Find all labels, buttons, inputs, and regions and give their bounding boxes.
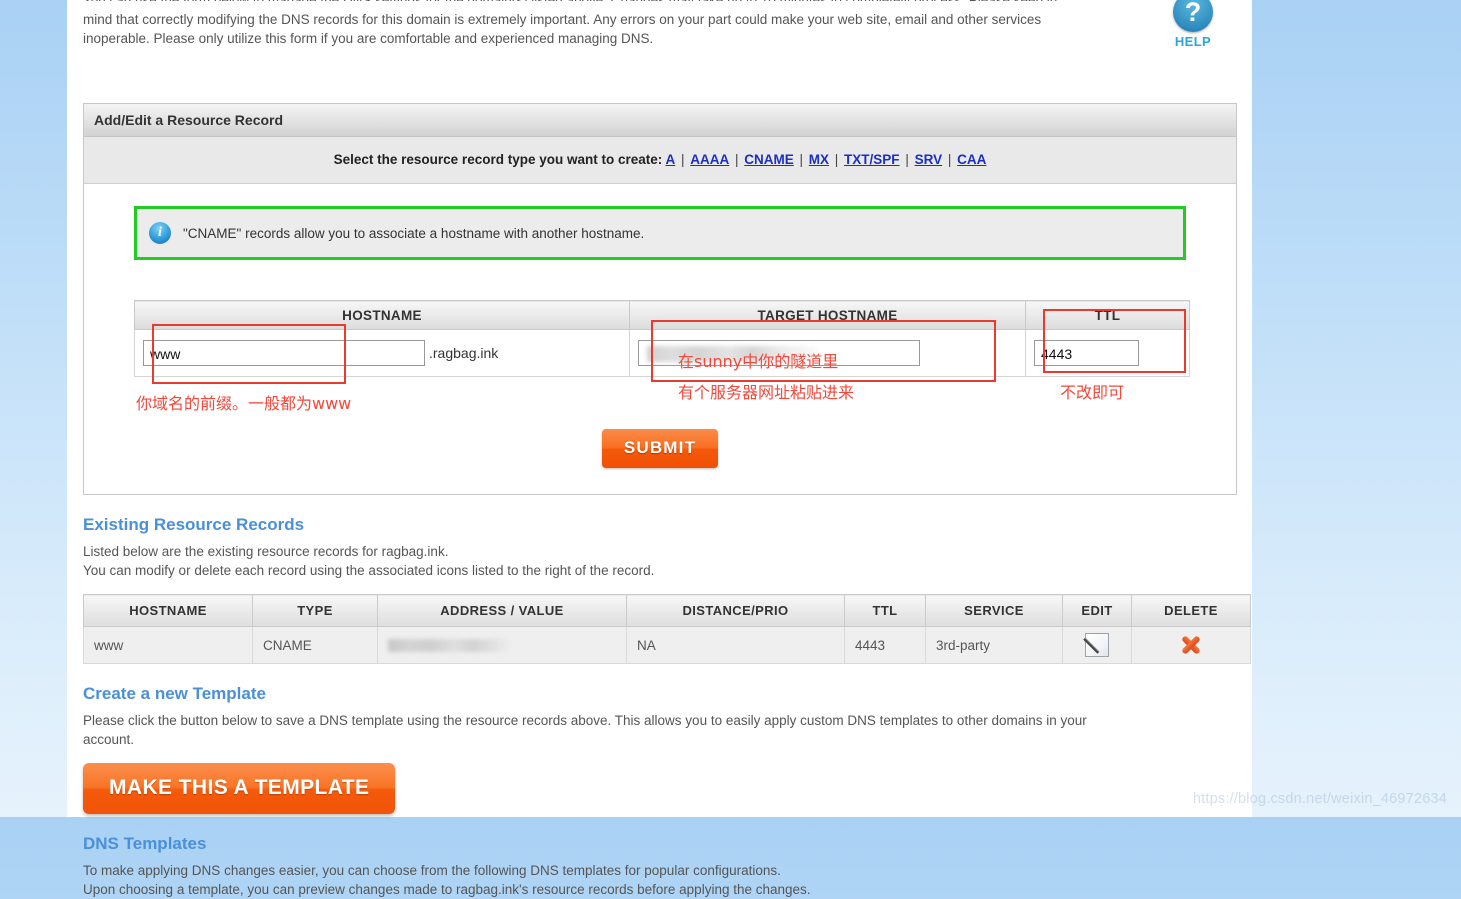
record-type-separator: |	[901, 152, 913, 167]
record-form: HOSTNAME TARGET HOSTNAME TTL www .ragbag.…	[134, 300, 1190, 413]
ttl-annotation: 不改即可	[1060, 383, 1125, 402]
target-annotation-line2: 有个服务器网址粘贴进来	[678, 383, 855, 402]
col-hostname: HOSTNAME	[134, 300, 630, 330]
cell-delete	[1131, 626, 1251, 664]
dns-templates-title: DNS Templates	[83, 834, 207, 853]
hostname-cell: www .ragbag.ink	[134, 329, 630, 377]
dns-templates-desc-2: Upon choosing a template, you can previe…	[83, 882, 811, 897]
watermark: https://blog.csdn.net/weixin_46972634	[1192, 791, 1447, 807]
hostname-suffix: .ragbag.ink	[429, 345, 499, 361]
add-edit-resource-record-panel: Add/Edit a Resource Record Select the re…	[83, 103, 1237, 495]
existing-records-table: HOSTNAME TYPE ADDRESS / VALUE DISTANCE/PRIO…	[83, 594, 1251, 664]
page-root: You can use the form below to manage the…	[0, 0, 1461, 897]
record-type-separator: |	[795, 152, 807, 167]
target-annotation-line1: 在sunny中你的隧道里	[678, 352, 839, 371]
help-label[interactable]: HELP	[1164, 34, 1222, 49]
existing-records-title: Existing Resource Records	[83, 515, 305, 534]
submit-row: SUBMIT	[84, 429, 1236, 468]
panel-body: i "CNAME" records allow you to associate…	[84, 184, 1236, 494]
record-type-link-cname[interactable]: CNAME	[744, 152, 794, 167]
record-type-separator: |	[731, 152, 743, 167]
col-ttl: TTL	[1025, 300, 1190, 330]
red-x-delete-icon[interactable]	[1180, 634, 1202, 656]
record-form-table: HOSTNAME TARGET HOSTNAME TTL www .ragbag.…	[134, 300, 1190, 377]
create-template-desc-1: Please click the button below to save a …	[83, 713, 1087, 728]
cell-hostname: www	[83, 626, 253, 664]
records-body: www CNAME NA 4443 3rd-party	[83, 626, 1251, 664]
cell-distance-prio: NA	[626, 626, 845, 664]
hostname-annotation: 你域名的前缀。一般都为www	[136, 394, 352, 413]
create-template-desc-2: account.	[83, 732, 135, 747]
intro-line-2: mind that correctly modifying the DNS re…	[83, 12, 1042, 27]
existing-records-desc-2: You can modify or delete each record usi…	[83, 563, 655, 578]
record-type-link-aaaa[interactable]: AAAA	[690, 152, 729, 167]
records-col-hostname: HOSTNAME	[83, 594, 253, 627]
make-template-button[interactable]: MAKE THIS A TEMPLATE	[83, 763, 396, 814]
record-type-selector: Select the resource record type you want…	[84, 137, 1236, 184]
help-question-icon[interactable]: ?	[1173, 0, 1213, 32]
intro-line-1: You can use the form below to manage the…	[83, 0, 1168, 1]
records-col-edit: EDIT	[1062, 594, 1132, 627]
cell-address-value	[377, 626, 627, 664]
record-type-link-txt-spf[interactable]: TXT/SPF	[844, 152, 900, 167]
table-row: www CNAME NA 4443 3rd-party	[83, 626, 1251, 664]
col-target-hostname: TARGET HOSTNAME	[629, 300, 1026, 330]
existing-records-desc-1: Listed below are the existing resource r…	[83, 544, 449, 559]
cell-ttl: 4443	[844, 626, 926, 664]
cname-info-notice: i "CNAME" records allow you to associate…	[134, 206, 1186, 260]
records-header-row: HOSTNAME TYPE ADDRESS / VALUE DISTANCE/PRIO…	[83, 594, 1251, 627]
record-type-prompt: Select the resource record type you want…	[333, 152, 663, 167]
intro-paragraph: You can use the form below to manage the…	[83, 0, 1168, 48]
record-type-link-caa[interactable]: CAA	[957, 152, 986, 167]
panel-title: Add/Edit a Resource Record	[84, 104, 1236, 137]
record-type-link-srv[interactable]: SRV	[915, 152, 943, 167]
records-col-service: SERVICE	[925, 594, 1063, 627]
pencil-edit-icon[interactable]	[1085, 633, 1109, 657]
content-pane: You can use the form below to manage the…	[67, 0, 1252, 897]
ttl-cell: 4443	[1025, 329, 1190, 377]
record-type-separator: |	[944, 152, 956, 167]
help-widget[interactable]: ? HELP	[1164, 0, 1222, 49]
info-icon: i	[149, 222, 171, 244]
record-type-separator: |	[677, 152, 689, 167]
cell-edit	[1062, 626, 1132, 664]
notice-text: "CNAME" records allow you to associate a…	[183, 225, 645, 241]
submit-button[interactable]: SUBMIT	[601, 429, 719, 468]
dns-templates-desc-1: To make applying DNS changes easier, you…	[83, 863, 781, 878]
hostname-input[interactable]: www	[143, 340, 425, 366]
record-type-separator: |	[831, 152, 843, 167]
record-type-link-a[interactable]: A	[665, 152, 675, 167]
records-col-distance-prio: DISTANCE/PRIO	[626, 594, 845, 627]
form-input-row: www .ragbag.ink 4443	[134, 329, 1190, 377]
records-col-type: TYPE	[252, 594, 378, 627]
records-col-address-value: ADDRESS / VALUE	[377, 594, 627, 627]
cell-service: 3rd-party	[925, 626, 1063, 664]
record-type-link-mx[interactable]: MX	[809, 152, 829, 167]
blurred-address-value	[388, 638, 508, 652]
intro-line-3: inoperable. Please only utilize this for…	[83, 31, 654, 46]
cell-type: CNAME	[252, 626, 378, 664]
records-col-ttl: TTL	[844, 594, 926, 627]
ttl-input[interactable]: 4443	[1034, 340, 1139, 366]
form-header-row: HOSTNAME TARGET HOSTNAME TTL	[134, 300, 1190, 330]
create-template-title: Create a new Template	[83, 684, 266, 703]
record-type-links: A | AAAA | CNAME | MX | TXT/SPF | SRV | …	[665, 152, 986, 167]
records-col-delete: DELETE	[1131, 594, 1251, 627]
